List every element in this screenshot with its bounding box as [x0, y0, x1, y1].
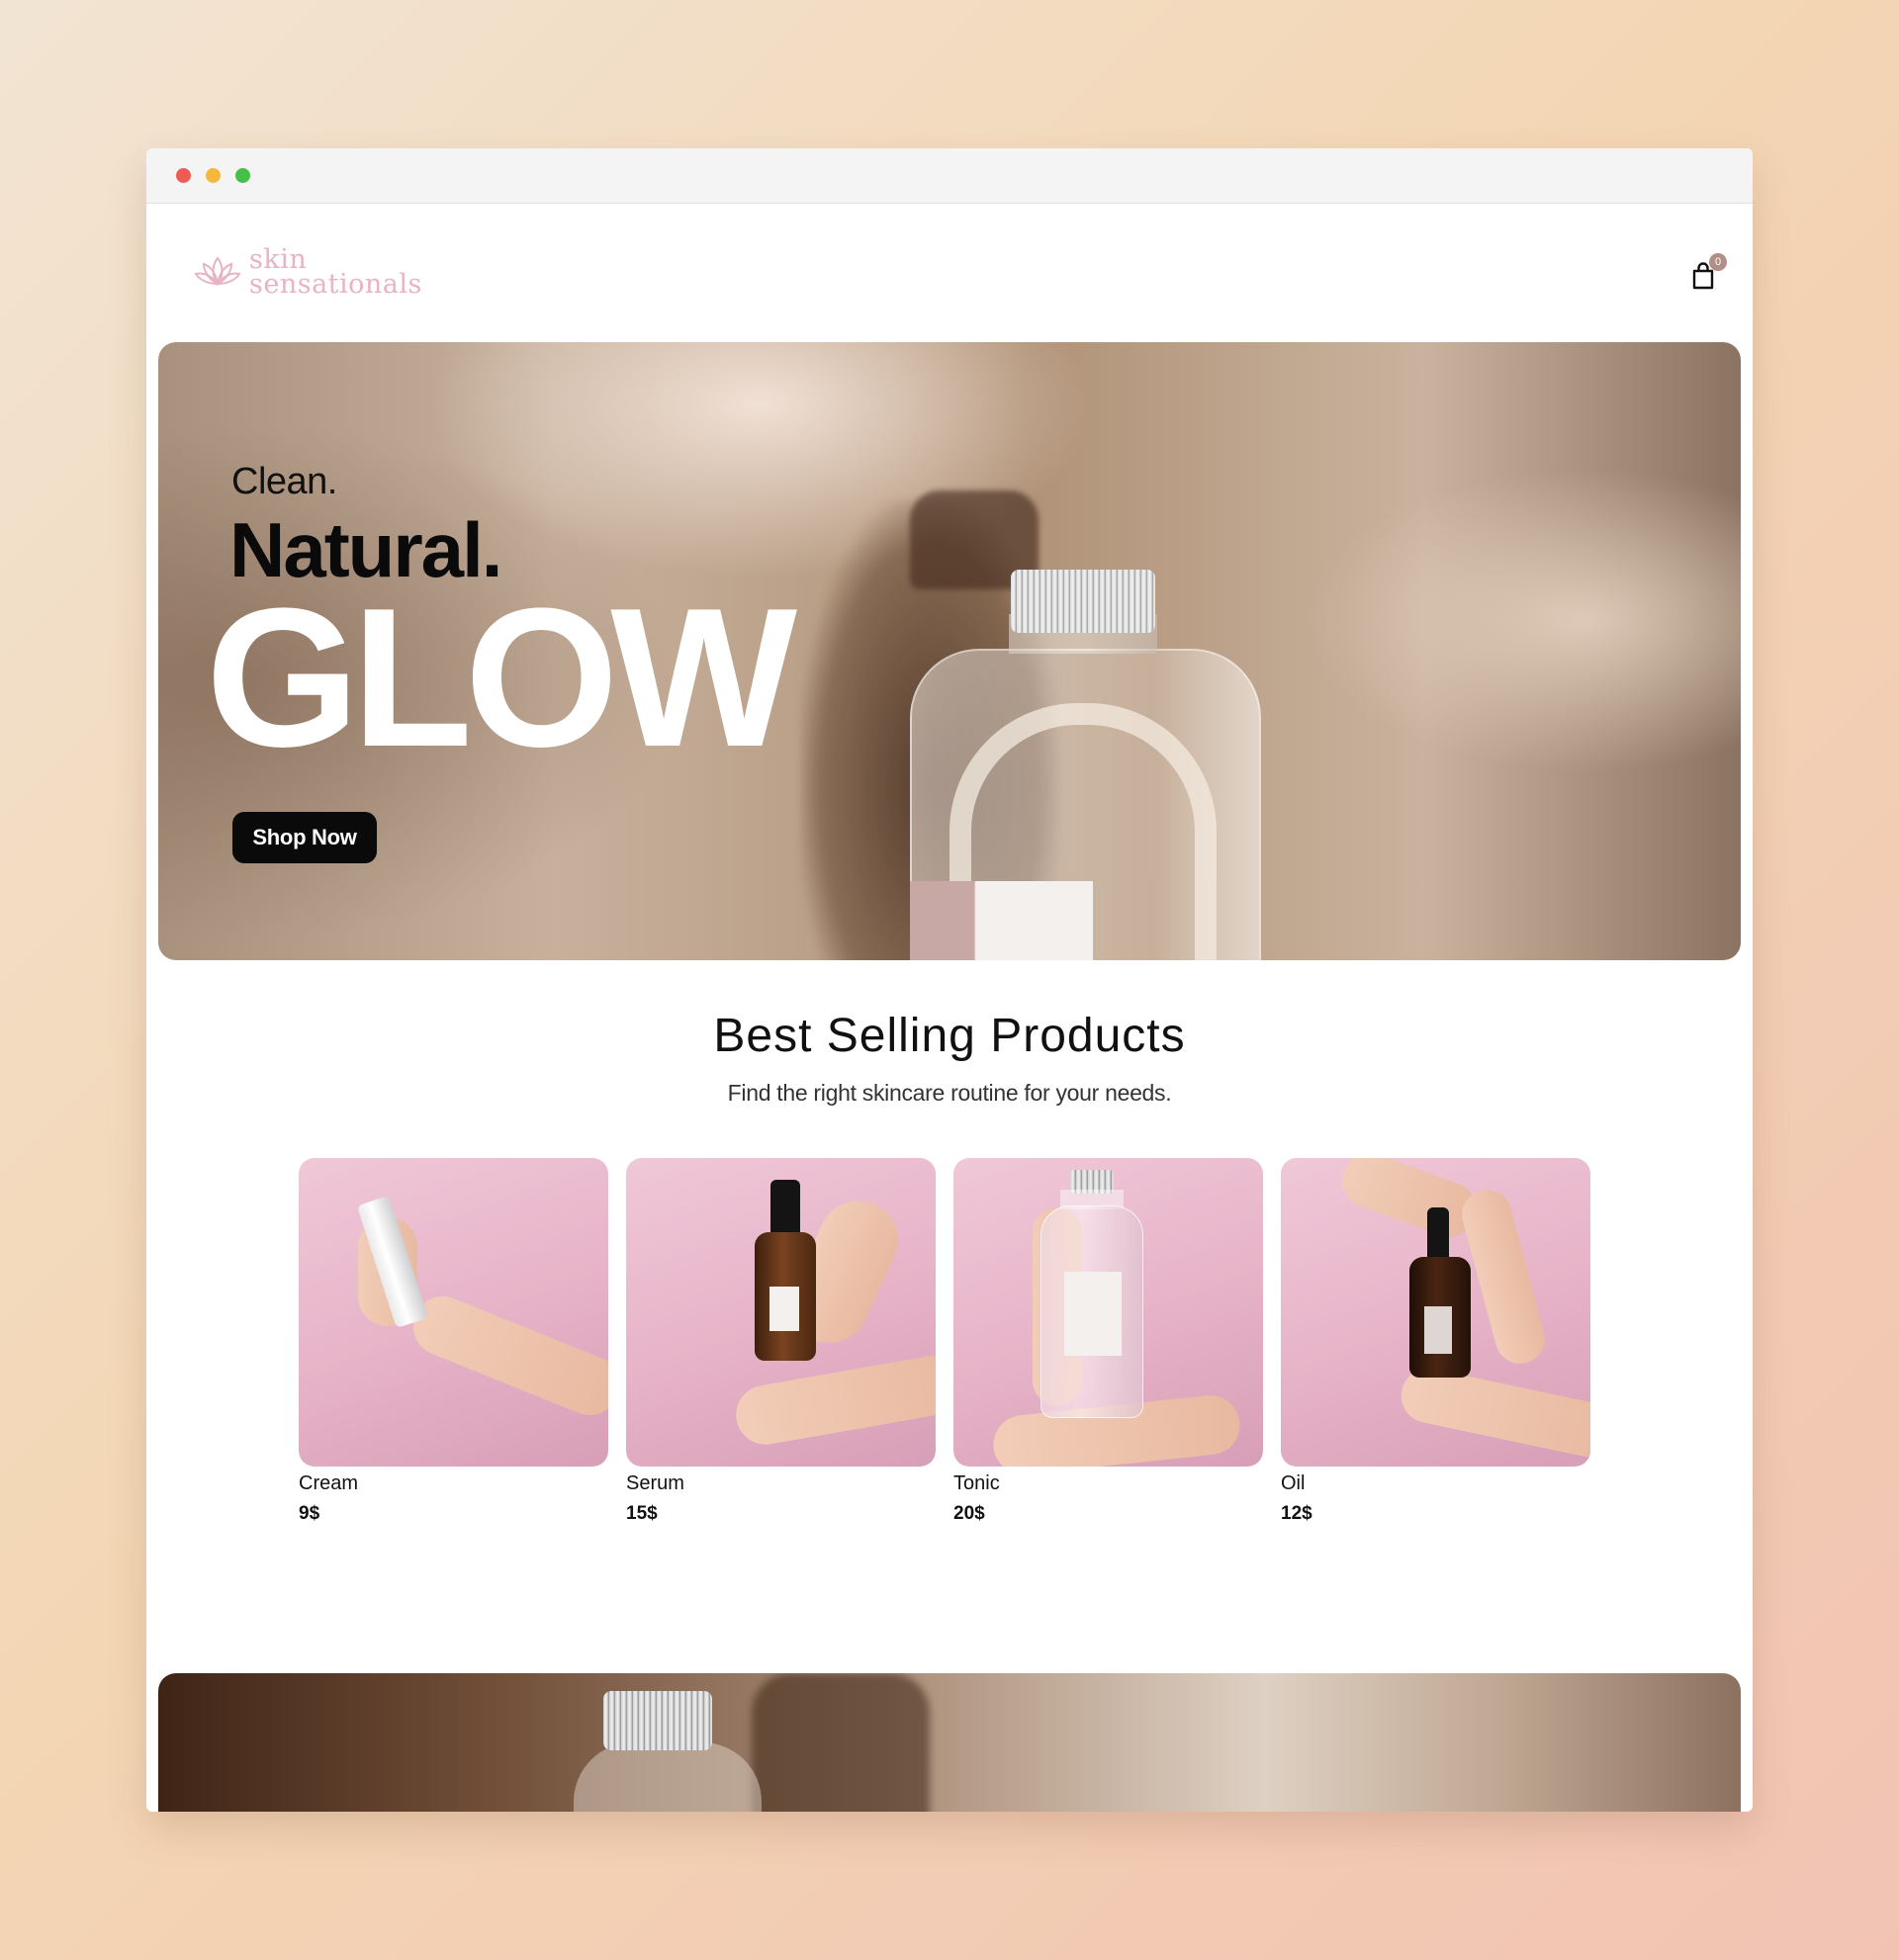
- serum-label: [769, 1287, 799, 1331]
- tonic-label: [1064, 1272, 1122, 1356]
- brand-name: skin sensationals: [249, 246, 422, 300]
- product-name[interactable]: Serum: [626, 1472, 936, 1495]
- product-name[interactable]: Tonic: [953, 1472, 1263, 1495]
- secondary-banner: [158, 1673, 1741, 1812]
- hero-banner: Clean. Natural. GLOW Shop Now: [158, 342, 1741, 960]
- product-card-oil[interactable]: Oil 12$: [1281, 1158, 1590, 1525]
- product-image[interactable]: [299, 1158, 608, 1467]
- close-window-dot[interactable]: [176, 168, 191, 183]
- hero-headline-glow: GLOW: [206, 568, 797, 788]
- hand-graphic: [1396, 1363, 1590, 1463]
- hero-bottle-cap: [1011, 570, 1155, 633]
- product-image[interactable]: [1281, 1158, 1590, 1467]
- browser-window: skin sensationals 0 Clean. Natural. GLOW…: [146, 148, 1753, 1812]
- product-price: 9$: [299, 1503, 320, 1524]
- oil-dropper: [1427, 1207, 1449, 1262]
- product-price: 12$: [1281, 1503, 1312, 1524]
- brand-name-line2: sensationals: [249, 269, 422, 300]
- brand-logo[interactable]: skin sensationals: [194, 246, 422, 300]
- product-card-tonic[interactable]: Tonic 20$: [953, 1158, 1263, 1525]
- window-titlebar: [146, 148, 1753, 204]
- product-name[interactable]: Cream: [299, 1472, 608, 1495]
- cart-count-badge: 0: [1709, 253, 1727, 271]
- product-price: 20$: [953, 1503, 985, 1524]
- banner-bottle-cap: [603, 1691, 712, 1750]
- oil-label: [1424, 1306, 1452, 1354]
- minimize-window-dot[interactable]: [206, 168, 221, 183]
- hand-graphic: [1334, 1158, 1485, 1245]
- hero-bottle-label: [910, 881, 1093, 960]
- maximize-window-dot[interactable]: [235, 168, 250, 183]
- lotus-icon: [194, 256, 241, 286]
- product-name[interactable]: Oil: [1281, 1472, 1590, 1495]
- site-header: skin sensationals 0: [146, 204, 1753, 332]
- shop-now-button[interactable]: Shop Now: [232, 812, 377, 863]
- product-card-cream[interactable]: Cream 9$: [299, 1158, 608, 1525]
- section-title: Best Selling Products: [713, 1010, 1186, 1062]
- product-card-serum[interactable]: Serum 15$: [626, 1158, 936, 1525]
- hand-graphic: [404, 1287, 608, 1425]
- serum-dropper: [770, 1180, 800, 1234]
- product-price: 15$: [626, 1503, 658, 1524]
- product-image[interactable]: [626, 1158, 936, 1467]
- banner-bottle: [574, 1742, 762, 1812]
- hand-graphic: [731, 1351, 936, 1450]
- section-subtitle: Find the right skincare routine for your…: [727, 1080, 1172, 1106]
- hero-headline-clean: Clean.: [231, 461, 337, 502]
- cart-button[interactable]: 0: [1689, 253, 1729, 295]
- product-image[interactable]: [953, 1158, 1263, 1467]
- banner-bottle-shadow: [752, 1673, 930, 1812]
